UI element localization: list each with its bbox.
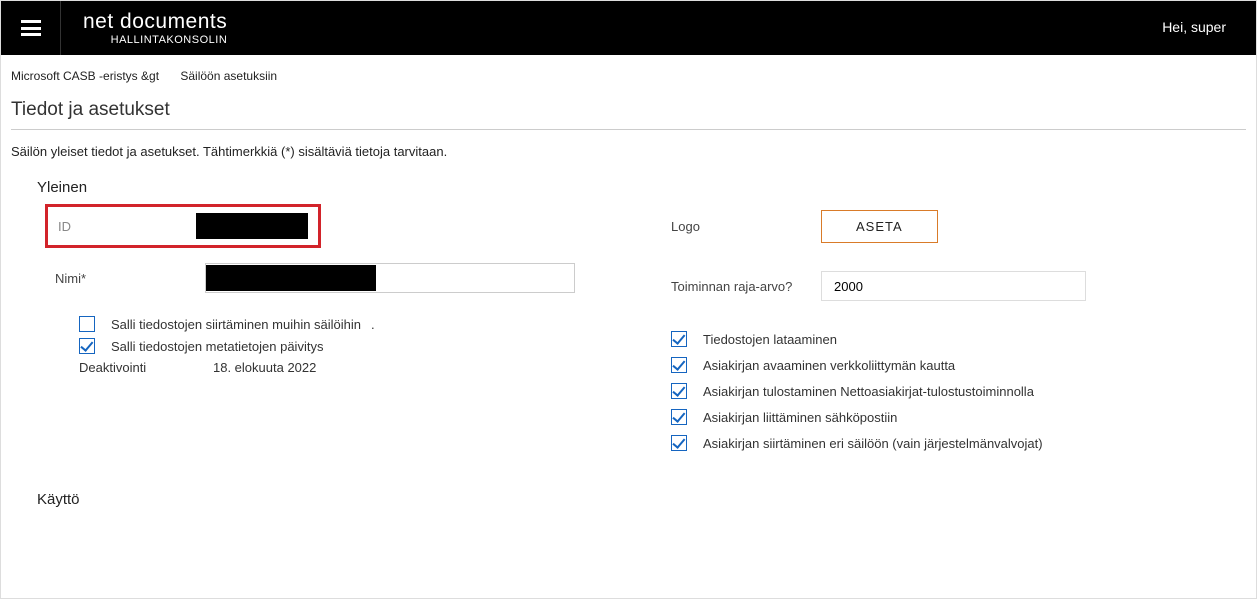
breadcrumb: Microsoft CASB -eristys &gt Säilöön aset… [11,65,1246,93]
deactivation-row: Deaktivointi 18. elokuuta 2022 [79,360,601,375]
section-usage-label: Käyttö [37,491,1246,508]
move-cab-row: Asiakirjan siirtäminen eri säilöön (vain… [671,435,1246,451]
id-value-redacted [196,213,308,239]
limit-row: Toiminnan raja-arvo? [671,271,1246,301]
move-cab-label: Asiakirjan siirtäminen eri säilöön (vain… [703,436,1043,451]
right-checkbox-group: Tiedostojen lataaminen Asiakirjan avaami… [671,331,1246,451]
column-left: ID Nimi* Salli tiedostojen siirtäminen m… [11,200,601,461]
allow-move-row: Salli tiedostojen siirtäminen muihin säi… [79,316,601,332]
form-columns: ID Nimi* Salli tiedostojen siirtäminen m… [11,200,1246,461]
limit-label: Toiminnan raja-arvo? [671,279,821,294]
email-checkbox[interactable] [671,409,687,425]
deactivation-label: Deaktivointi [79,360,213,375]
column-right: Logo ASETA Toiminnan raja-arvo? Tiedosto… [601,200,1246,461]
allow-meta-row: Salli tiedostojen metatietojen päivitys [79,338,601,354]
download-checkbox[interactable] [671,331,687,347]
print-label: Asiakirjan tulostaminen Nettoasiakirjat-… [703,384,1034,399]
page-description: Säilön yleiset tiedot ja asetukset. Täht… [11,130,1246,179]
email-label: Asiakirjan liittäminen sähköpostiin [703,410,897,425]
name-input[interactable] [205,263,575,293]
brand-block: net documents HALLINTAKONSOLIN [83,10,227,45]
open-web-row: Asiakirjan avaaminen verkkoliittymän kau… [671,357,1246,373]
app-header: net documents HALLINTAKONSOLIN Hei, supe… [1,1,1256,55]
user-greeting: Hei, super [1162,19,1226,35]
menu-button[interactable] [1,1,61,55]
download-row: Tiedostojen lataaminen [671,331,1246,347]
allow-meta-checkbox[interactable] [79,338,95,354]
deactivation-value: 18. elokuuta 2022 [213,360,316,375]
name-value-redacted [206,265,376,291]
page-title: Tiedot ja asetukset [11,93,1246,130]
logo-row: Logo ASETA [671,210,1246,243]
limit-input[interactable] [821,271,1086,301]
allow-meta-label: Salli tiedostojen metatietojen päivitys [111,339,323,354]
name-row: Nimi* [55,258,601,298]
brand-title: net documents [83,10,227,33]
open-web-label: Asiakirjan avaaminen verkkoliittymän kau… [703,358,955,373]
brand-subtitle: HALLINTAKONSOLIN [83,34,227,46]
logo-label: Logo [671,219,821,234]
breadcrumb-item-1[interactable]: Microsoft CASB -eristys &gt [11,69,159,83]
section-general-label: Yleinen [37,179,1246,196]
hamburger-icon [21,20,41,36]
download-label: Tiedostojen lataaminen [703,332,837,347]
allow-move-checkbox[interactable] [79,316,95,332]
id-highlight-box: ID [45,204,321,248]
allow-move-label: Salli tiedostojen siirtäminen muihin säi… [111,317,361,332]
name-label: Nimi* [55,271,205,286]
move-cab-checkbox[interactable] [671,435,687,451]
print-checkbox[interactable] [671,383,687,399]
print-row: Asiakirjan tulostaminen Nettoasiakirjat-… [671,383,1246,399]
id-label: ID [58,219,196,234]
email-row: Asiakirjan liittäminen sähköpostiin [671,409,1246,425]
open-web-checkbox[interactable] [671,357,687,373]
allow-move-dot: . [371,317,375,332]
set-logo-button[interactable]: ASETA [821,210,938,243]
page-content: Microsoft CASB -eristys &gt Säilöön aset… [1,55,1256,508]
left-checkbox-group: Salli tiedostojen siirtäminen muihin säi… [55,316,601,375]
breadcrumb-item-2[interactable]: Säilöön asetuksiin [180,69,277,83]
